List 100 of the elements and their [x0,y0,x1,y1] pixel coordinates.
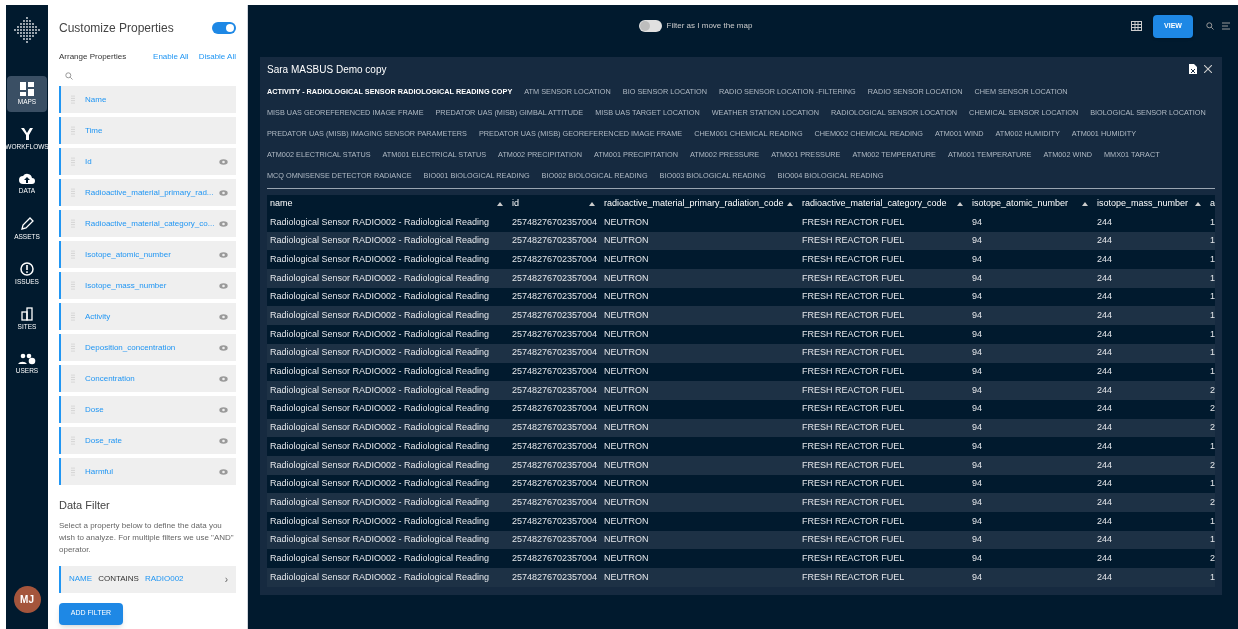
table-cell: FRESH REACTOR FUEL [802,534,905,545]
table-cell: 1 [1210,272,1215,283]
table-cell: NEUTRON [604,291,649,302]
table-cell: 94 [972,384,982,395]
table-cell: 25748276702357004 [512,328,598,339]
table-cell: NEUTRON [604,366,649,377]
cloud-upload-icon [19,173,35,186]
table-cell: Radiological Sensor RADIO002 - Radiological Reading [270,272,490,283]
menu-icon [1222,22,1230,30]
table-cell: 1 [1210,216,1215,227]
section-title: Data Filter [59,498,111,513]
sort-icon [589,202,595,206]
table-cell: 94 [972,422,982,433]
search-icon [65,72,73,80]
table-cell: 94 [972,235,982,246]
table-cell: NEUTRON [604,235,649,246]
table-cell: Radiological Sensor RADIO002 - Radiological Reading [270,310,490,321]
table-cell: 244 [1097,422,1113,433]
excel-file-icon [1189,64,1197,74]
workflows-icon [20,127,34,142]
section-label: Arrange Properties [59,51,128,63]
column-header[interactable]: radioactive_material_primary_radiation_code [604,197,787,211]
table-cell: 94 [972,403,982,414]
table-cell: 25748276702357004 [512,534,598,545]
table-cell: 25748276702357004 [512,272,598,283]
table-cell: FRESH REACTOR FUEL [802,328,905,339]
table-cell: Radiological Sensor RADIO002 - Radiological Reading [270,328,490,339]
table-cell: NEUTRON [604,253,649,264]
table-cell: FRESH REACTOR FUEL [802,403,905,414]
column-header[interactable]: name [270,197,497,211]
table-cell: Radiological Sensor RADIO002 - Radiological Reading [270,366,490,377]
table-cell: Radiological Sensor RADIO002 - Radiological Reading [270,571,490,582]
table-cell: NEUTRON [604,216,649,227]
table-cell: FRESH REACTOR FUEL [802,496,905,507]
column-header[interactable]: isotope_atomic_number [972,197,1082,211]
table-cell: FRESH REACTOR FUEL [802,253,905,264]
table-cell: 2 [1210,459,1215,470]
table-cell: 1 [1210,328,1215,339]
table-cell: Radiological Sensor RADIO002 - Radiological Reading [270,496,490,507]
filter-field: NAME [69,573,93,585]
table-cell: 2 [1210,384,1215,395]
table-cell: Radiological Sensor RADIO002 - Radiological Reading [270,534,490,545]
table-cell: NEUTRON [604,422,649,433]
table-cell: 25748276702357004 [512,571,598,582]
table-cell: 1 [1210,515,1215,526]
table-cell: 94 [972,347,982,358]
table-cell: FRESH REACTOR FUEL [802,347,905,358]
logo-icon [11,14,43,46]
table-cell: 25748276702357004 [512,440,598,451]
table-cell: NEUTRON [604,328,649,339]
table-cell: Radiological Sensor RADIO002 - Radiological Reading [270,291,490,302]
table-cell: 1 [1210,440,1215,451]
sort-icon [497,202,503,206]
table-cell: 25748276702357004 [512,253,598,264]
table-cell: NEUTRON [604,534,649,545]
table-cell: 244 [1097,478,1113,489]
table-cell: NEUTRON [604,347,649,358]
user-avatar[interactable]: MJ [13,586,41,613]
table-cell: 244 [1097,272,1113,283]
table-cell: 1 [1210,571,1215,582]
table-cell: NEUTRON [604,478,649,489]
table-cell: 1 [1210,291,1215,302]
table-cell: FRESH REACTOR FUEL [802,272,905,283]
table-cell: 244 [1097,384,1113,395]
table-cell: 94 [972,328,982,339]
table-cell: 244 [1097,328,1113,339]
table-cell: 244 [1097,403,1113,414]
table-cell: 25748276702357004 [512,478,598,489]
table-cell: 244 [1097,515,1113,526]
column-header[interactable]: radioactive_material_category_code [802,197,957,211]
table-cell: NEUTRON [604,571,649,582]
map-filter-toggle[interactable] [638,20,662,32]
table-cell: Radiological Sensor RADIO002 - Radiological Reading [270,440,490,451]
filter-row[interactable]: NAME CONTAINS RADIO002 › [59,565,236,593]
column-header[interactable]: isotope_mass_number [1097,197,1195,211]
table-icon [1131,21,1142,31]
sort-icon [787,202,793,206]
table-cell: Radiological Sensor RADIO002 - Radiological Reading [270,552,490,563]
table-cell: Radiological Sensor RADIO002 - Radiological Reading [270,459,490,470]
help-text: Select a property below to define the data you wish to analyze. For multiple filters we use "AND" operator. [59,519,235,556]
table-cell: 94 [972,366,982,377]
users-icon [18,353,36,366]
table-cell: 2 [1210,422,1215,433]
table-cell: FRESH REACTOR FUEL [802,384,905,395]
panel-title: Customize Properties [59,20,174,37]
table-cell: 25748276702357004 [512,216,598,227]
table-cell: 94 [972,310,982,321]
search-icon [1206,22,1214,30]
column-header[interactable]: id [512,197,589,211]
table-cell: 25748276702357004 [512,347,598,358]
table-cell: 244 [1097,534,1113,545]
table-cell: NEUTRON [604,515,649,526]
customize-toggle[interactable] [212,22,236,34]
table-cell: 25748276702357004 [512,291,598,302]
filter-operator: CONTAINS [98,573,139,585]
table-cell: 94 [972,515,982,526]
sort-icon [1082,202,1088,206]
table-cell: Radiological Sensor RADIO002 - Radiological Reading [270,478,490,489]
column-header[interactable]: a [1210,197,1215,211]
table-cell: NEUTRON [604,496,649,507]
